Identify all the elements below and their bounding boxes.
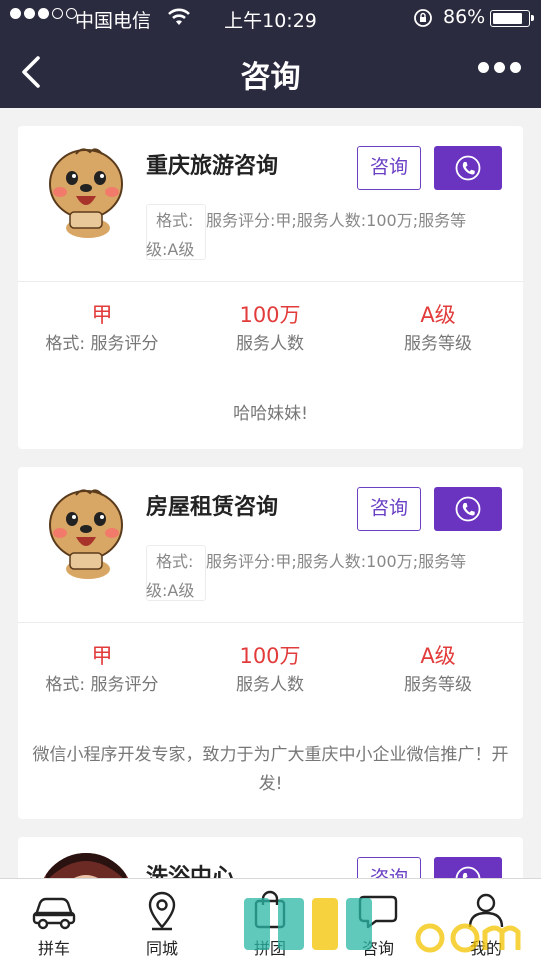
tab-label: 拼车 xyxy=(37,939,70,958)
stat-level: A级 服务等级 xyxy=(354,642,522,700)
stat-label: 格式: 服务评分 xyxy=(45,675,159,695)
mascot-avatar xyxy=(49,148,123,238)
user-icon xyxy=(468,893,504,928)
consult-card: 洗浴中心 咨询 xyxy=(18,837,523,878)
card-footer-text: 哈哈妹妹! xyxy=(233,404,308,424)
call-button[interactable] xyxy=(434,487,502,531)
tab-bar: 拼车 同城 拼团 咨询 我的 xyxy=(0,878,541,960)
service-description: 服务评分:甲;服务人数:100万;服务等级:A级 xyxy=(146,552,467,600)
stat-value: A级 xyxy=(420,303,456,327)
tab-label: 我的 xyxy=(469,939,502,958)
stat-customers: 100万 服务人数 xyxy=(186,642,354,700)
consult-card: 重庆旅游咨询 咨询 格式: 服务评分:甲;服务人数:100万;服务等级:A级 甲… xyxy=(18,126,523,449)
photo-avatar xyxy=(38,853,134,878)
stat-label: 格式: 服务评分 xyxy=(45,334,159,354)
stat-value: 100万 xyxy=(239,644,301,668)
stat-rating: 甲 格式: 服务评分 xyxy=(18,642,186,700)
service-description: 服务评分:甲;服务人数:100万;服务等级:A级 xyxy=(146,211,467,259)
phone-icon xyxy=(455,866,481,878)
stat-value: A级 xyxy=(420,644,456,668)
consult-list: 重庆旅游咨询 咨询 格式: 服务评分:甲;服务人数:100万;服务等级:A级 甲… xyxy=(0,108,541,878)
phone-icon xyxy=(455,496,481,522)
tab-local[interactable]: 同城 xyxy=(108,879,216,960)
call-button[interactable] xyxy=(434,857,502,878)
phone-icon xyxy=(455,155,481,181)
battery-icon xyxy=(490,10,534,27)
stat-value: 甲 xyxy=(91,644,113,668)
divider xyxy=(18,622,523,623)
stat-value: 100万 xyxy=(239,303,301,327)
consult-title: 房屋租赁咨询 xyxy=(146,495,279,520)
car-icon xyxy=(32,897,76,930)
shopping-bag-icon xyxy=(254,890,286,929)
tab-groupbuy[interactable]: 拼团 xyxy=(216,879,324,960)
chat-icon xyxy=(358,895,398,929)
tab-label: 同城 xyxy=(145,939,178,958)
divider xyxy=(18,281,523,282)
stat-label: 服务等级 xyxy=(404,334,472,354)
status-bar: 中国电信 上午10:29 86% xyxy=(0,0,541,36)
navigation-bar: 咨询 xyxy=(0,36,541,108)
tab-mine[interactable]: 我的 xyxy=(432,879,540,960)
consult-button[interactable]: 咨询 xyxy=(357,857,421,878)
consult-card: 房屋租赁咨询 咨询 格式: 服务评分:甲;服务人数:100万;服务等级:A级 甲… xyxy=(18,467,523,819)
page-title: 咨询 xyxy=(240,60,301,95)
battery-percent: 86% xyxy=(443,6,486,28)
rotation-lock-icon xyxy=(414,9,432,27)
stat-label: 服务等级 xyxy=(404,675,472,695)
tab-label: 拼团 xyxy=(253,939,286,958)
mascot-avatar xyxy=(49,489,123,579)
consult-title: 洗浴中心 xyxy=(146,865,235,878)
tab-label: 咨询 xyxy=(361,939,394,958)
consult-button[interactable]: 咨询 xyxy=(357,146,421,190)
tab-consult[interactable]: 咨询 xyxy=(324,879,432,960)
consult-title: 重庆旅游咨询 xyxy=(146,154,279,179)
stat-label: 服务人数 xyxy=(236,334,304,354)
location-pin-icon xyxy=(148,891,176,931)
tab-carpool[interactable]: 拼车 xyxy=(0,879,108,960)
stats-row: 甲 格式: 服务评分 100万 服务人数 A级 服务等级 xyxy=(18,642,523,702)
stat-label: 服务人数 xyxy=(236,675,304,695)
consult-button[interactable]: 咨询 xyxy=(357,487,421,531)
stat-value: 甲 xyxy=(91,303,113,327)
stat-customers: 100万 服务人数 xyxy=(186,301,354,359)
card-footer-text: 微信小程序开发专家，致力于为广大重庆中小企业微信推广！开发! xyxy=(32,745,509,794)
more-dots-icon[interactable] xyxy=(478,62,521,73)
stats-row: 甲 格式: 服务评分 100万 服务人数 A级 服务等级 xyxy=(18,301,523,361)
stat-rating: 甲 格式: 服务评分 xyxy=(18,301,186,359)
call-button[interactable] xyxy=(434,146,502,190)
stat-level: A级 服务等级 xyxy=(354,301,522,359)
